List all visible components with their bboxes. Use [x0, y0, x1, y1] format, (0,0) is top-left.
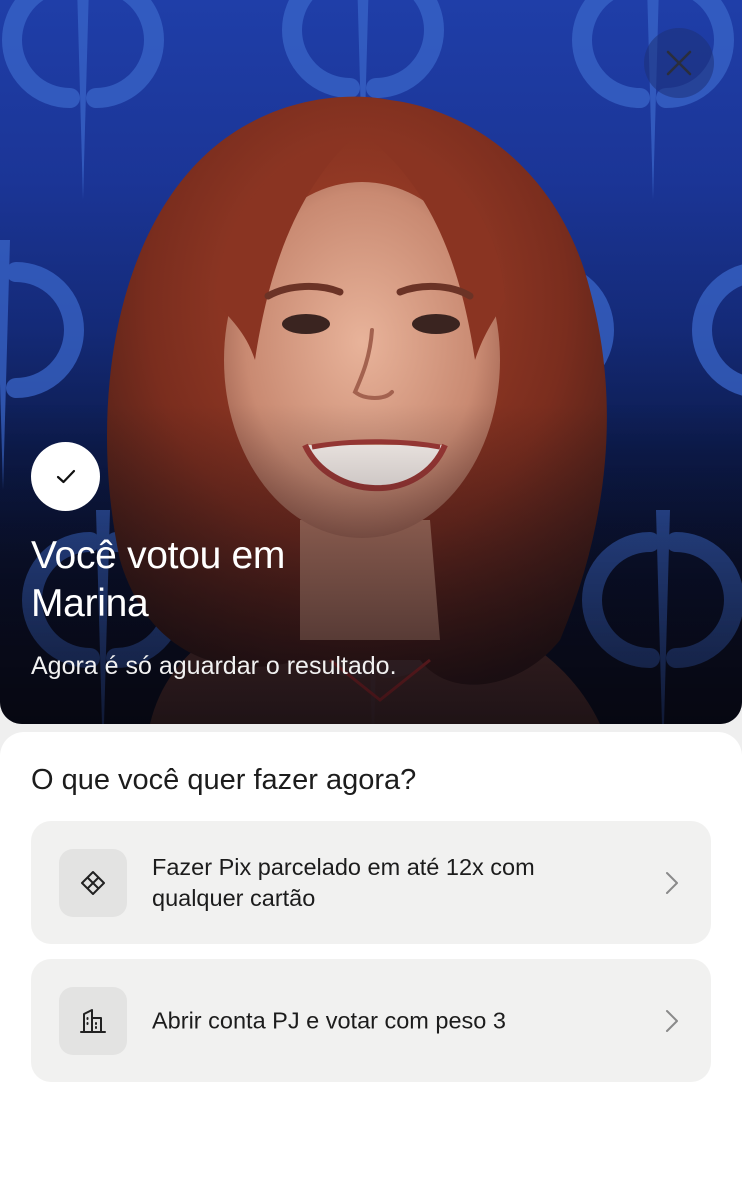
- sheet-title: O que você quer fazer agora?: [31, 764, 417, 796]
- close-button[interactable]: [644, 28, 714, 98]
- close-icon: [666, 50, 692, 76]
- vote-confirmation-subtitle: Agora é só aguardar o resultado.: [31, 652, 397, 680]
- option-icon-container: [59, 987, 127, 1055]
- chevron-right-icon: [666, 871, 678, 894]
- chevron-right-icon: [666, 1009, 678, 1032]
- vote-confirmation-title: Você votou em Marina: [31, 534, 286, 625]
- option-pix-parcelado[interactable]: Fazer Pix parcelado em até 12x com qualq…: [31, 821, 711, 944]
- hero-banner: Você votou em Marina Agora é só aguardar…: [0, 0, 742, 724]
- building-icon: [80, 1009, 106, 1033]
- vote-confirmation-screen: Você votou em Marina Agora é só aguardar…: [0, 0, 742, 1200]
- checkmark-icon: [56, 469, 75, 483]
- option-icon-container: [59, 849, 127, 917]
- vote-success-badge: [31, 442, 100, 511]
- pix-icon: [81, 871, 105, 895]
- option-label: Fazer Pix parcelado em até 12x com qualq…: [152, 853, 535, 911]
- option-open-pj-account[interactable]: Abrir conta PJ e votar com peso 3: [31, 959, 711, 1082]
- next-actions-sheet: O que você quer fazer agora? Fazer Pix p…: [0, 732, 742, 1200]
- option-label: Abrir conta PJ e votar com peso 3: [152, 1007, 506, 1033]
